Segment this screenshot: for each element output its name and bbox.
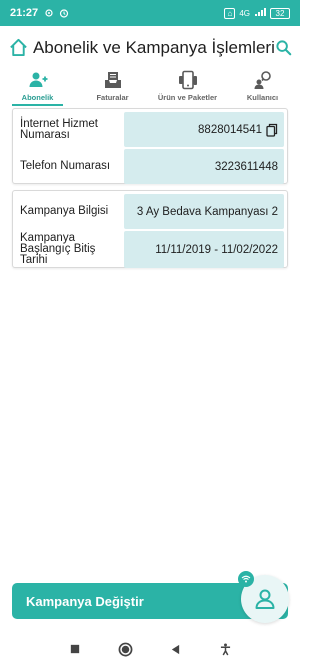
campaign-card: Kampanya Bilgisi 3 Ay Bedava Kampanyası … bbox=[12, 190, 288, 268]
devices-icon bbox=[178, 70, 197, 90]
tab-bar: Abonelik Faturalar Ürün ve Paketler Kull… bbox=[0, 68, 300, 106]
user-icon bbox=[255, 589, 275, 609]
subscription-card: İnternet Hizmet Numarası 8828014541 Tele… bbox=[12, 108, 288, 184]
tab-faturalar[interactable]: Faturalar bbox=[75, 68, 150, 106]
internet-service-number-label: İnternet Hizmet Numarası bbox=[20, 117, 98, 141]
volte-icon: ⌂ bbox=[224, 7, 236, 19]
campaign-info-row: Kampanya Bilgisi 3 Ay Bedava Kampanyası … bbox=[16, 194, 284, 229]
tab-label: Ürün ve Paketler bbox=[157, 93, 218, 102]
user-key-icon bbox=[254, 71, 271, 89]
phone-number-label: Telefon Numarası bbox=[20, 160, 111, 172]
battery-icon: 32 bbox=[270, 7, 290, 19]
tab-label: Abonelik bbox=[21, 93, 54, 102]
campaign-dates-value-box: 11/11/2019 - 11/02/2022 bbox=[124, 231, 284, 268]
home-icon[interactable] bbox=[8, 37, 29, 59]
back-icon[interactable] bbox=[167, 641, 183, 657]
network-type: 4G bbox=[239, 8, 250, 18]
system-nav-bar bbox=[0, 631, 300, 667]
campaign-info-label: Kampanya Bilgisi bbox=[20, 205, 109, 217]
gear-status-icon bbox=[44, 8, 54, 18]
tab-abonelik[interactable]: Abonelik bbox=[0, 68, 75, 106]
campaign-dates-row: Kampanya Başlangıç Bitiş Tarihi 11/11/20… bbox=[16, 231, 284, 268]
phone-number-value: 3223611448 bbox=[214, 160, 278, 173]
campaign-dates-value: 11/11/2019 - 11/02/2022 bbox=[155, 243, 278, 256]
add-user-icon bbox=[29, 72, 47, 87]
change-campaign-button-label: Kampanya Değiştir bbox=[26, 593, 144, 609]
recent-apps-icon[interactable] bbox=[67, 641, 83, 657]
internet-service-number-row: İnternet Hizmet Numarası 8828014541 bbox=[16, 112, 284, 147]
internet-service-number-value-box: 8828014541 bbox=[124, 112, 284, 147]
tab-label: Faturalar bbox=[96, 93, 129, 102]
status-indicators: ⌂ 4G 32 bbox=[224, 7, 290, 19]
search-icon[interactable] bbox=[275, 39, 292, 57]
wifi-icon bbox=[238, 571, 254, 587]
copy-icon[interactable] bbox=[266, 123, 278, 137]
app-header: Abonelik ve Kampanya İşlemleri bbox=[0, 30, 300, 66]
phone-number-row: Telefon Numarası 3223611448 bbox=[16, 149, 284, 184]
phone-number-value-box: 3223611448 bbox=[124, 149, 284, 184]
invoice-tray-icon bbox=[104, 72, 121, 88]
status-bar: 21:27 ⌂ 4G 32 bbox=[0, 0, 300, 26]
tab-label: Kullanıcı bbox=[246, 93, 279, 102]
page-title: Abonelik ve Kampanya İşlemleri bbox=[32, 38, 275, 57]
campaign-info-value: 3 Ay Bedava Kampanyası 2 bbox=[136, 205, 278, 218]
internet-service-number-value: 8828014541 bbox=[198, 123, 262, 136]
tab-kullanici[interactable]: Kullanıcı bbox=[225, 68, 300, 106]
tab-urun-ve-paketler[interactable]: Ürün ve Paketler bbox=[150, 68, 225, 106]
home-circle-icon[interactable] bbox=[117, 641, 133, 657]
campaign-dates-label: Kampanya Başlangıç Bitiş Tarihi bbox=[20, 232, 96, 266]
alarm-status-icon bbox=[59, 8, 69, 18]
signal-icon bbox=[254, 7, 266, 19]
status-time: 21:27 bbox=[10, 7, 39, 19]
campaign-info-value-box: 3 Ay Bedava Kampanyası 2 bbox=[124, 194, 284, 229]
accessibility-icon[interactable] bbox=[217, 641, 233, 657]
